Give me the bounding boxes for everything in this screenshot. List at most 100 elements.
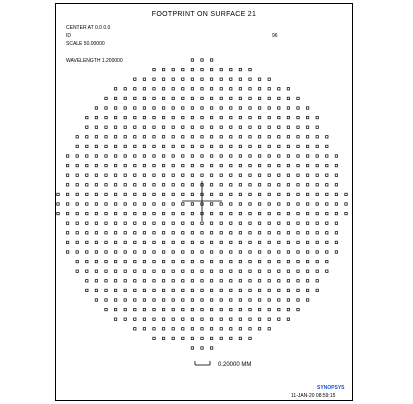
footprint-point xyxy=(286,154,290,158)
footprint-point xyxy=(315,125,319,129)
footprint-point xyxy=(181,250,185,254)
footprint-point xyxy=(123,308,127,312)
footprint-point xyxy=(171,202,175,206)
footprint-point xyxy=(85,240,89,244)
footprint-point xyxy=(94,288,98,292)
footprint-point xyxy=(200,77,204,81)
footprint-point xyxy=(94,144,98,148)
footprint-point xyxy=(142,125,146,129)
footprint-point xyxy=(219,240,223,244)
footprint-point xyxy=(133,279,137,283)
footprint-point xyxy=(296,221,300,225)
footprint-point xyxy=(114,317,118,321)
footprint-point xyxy=(114,308,118,312)
footprint-point xyxy=(171,68,175,72)
footprint-point xyxy=(296,125,300,129)
footprint-point xyxy=(267,154,271,158)
footprint-point xyxy=(248,288,252,292)
footprint-point xyxy=(229,87,233,91)
footprint-point xyxy=(210,106,214,110)
footprint-point xyxy=(75,240,79,244)
footprint-point xyxy=(162,87,166,91)
footprint-point xyxy=(152,125,156,129)
footprint-point xyxy=(162,106,166,110)
footprint-point xyxy=(200,308,204,312)
footprint-point xyxy=(114,269,118,273)
footprint-point xyxy=(229,250,233,254)
footprint-point xyxy=(75,202,79,206)
footprint-point xyxy=(104,183,108,187)
footprint-point xyxy=(114,183,118,187)
footprint-point xyxy=(190,106,194,110)
footprint-point xyxy=(152,212,156,216)
footprint-point xyxy=(296,279,300,283)
footprint-point xyxy=(152,164,156,168)
footprint-point xyxy=(75,183,79,187)
footprint-point xyxy=(181,144,185,148)
footprint-point xyxy=(75,164,79,168)
footprint-point xyxy=(162,183,166,187)
footprint-point xyxy=(296,173,300,177)
footprint-point xyxy=(66,173,70,177)
footprint-point xyxy=(133,173,137,177)
footprint-point xyxy=(162,125,166,129)
footprint-point xyxy=(190,250,194,254)
footprint-point xyxy=(229,221,233,225)
footprint-point xyxy=(104,308,108,312)
footprint-point xyxy=(258,106,262,110)
footprint-point xyxy=(200,87,204,91)
footprint-point xyxy=(171,269,175,273)
footprint-point xyxy=(114,116,118,120)
footprint-point xyxy=(152,327,156,331)
footprint-point xyxy=(142,173,146,177)
footprint-point xyxy=(56,212,60,216)
footprint-point xyxy=(181,183,185,187)
footprint-point xyxy=(296,164,300,168)
footprint-point xyxy=(104,288,108,292)
footprint-point xyxy=(315,116,319,120)
footprint-point xyxy=(267,327,271,331)
footprint-point xyxy=(210,250,214,254)
footprint-point xyxy=(315,260,319,264)
footprint-point xyxy=(229,240,233,244)
footprint-point xyxy=(258,317,262,321)
footprint-point xyxy=(248,164,252,168)
footprint-point xyxy=(229,164,233,168)
footprint-point xyxy=(75,260,79,264)
footprint-point xyxy=(219,68,223,72)
footprint-point xyxy=(238,279,242,283)
footprint-point xyxy=(258,202,262,206)
footprint-point xyxy=(142,144,146,148)
footprint-point xyxy=(133,77,137,81)
footprint-point xyxy=(258,221,262,225)
footprint-point xyxy=(277,135,281,139)
footprint-point xyxy=(258,298,262,302)
footprint-point xyxy=(162,144,166,148)
footprint-point xyxy=(277,308,281,312)
footprint-point xyxy=(162,336,166,340)
footprint-point xyxy=(334,154,338,158)
footprint-point xyxy=(162,154,166,158)
footprint-point xyxy=(210,317,214,321)
footprint-point xyxy=(200,116,204,120)
footprint-point xyxy=(162,68,166,72)
footprint-point xyxy=(277,96,281,100)
footprint-point xyxy=(190,58,194,62)
footprint-point xyxy=(267,106,271,110)
footprint-point xyxy=(114,260,118,264)
footprint-point xyxy=(258,164,262,168)
footprint-point xyxy=(229,317,233,321)
footprint-point xyxy=(210,346,214,350)
footprint-point xyxy=(181,116,185,120)
footprint-point xyxy=(334,173,338,177)
footprint-point xyxy=(123,269,127,273)
footprint-point xyxy=(286,260,290,264)
footprint-point xyxy=(210,202,214,206)
footprint-point xyxy=(248,250,252,254)
footprint-point xyxy=(248,327,252,331)
footprint-point xyxy=(123,144,127,148)
footprint-point xyxy=(94,269,98,273)
footprint-point xyxy=(190,212,194,216)
footprint-point xyxy=(325,192,329,196)
footprint-point xyxy=(181,154,185,158)
